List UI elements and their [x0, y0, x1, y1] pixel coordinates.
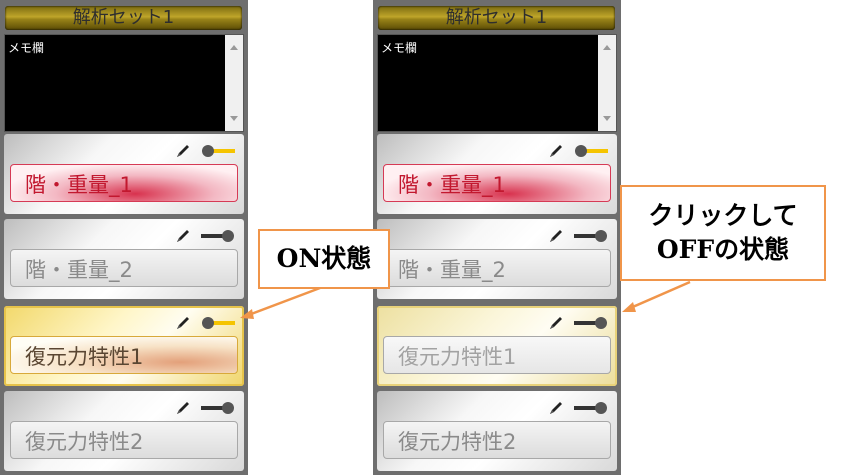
condition-label-box: 階・重量_1: [383, 164, 611, 202]
off-state-callout-line2: OFFの状態: [656, 235, 790, 264]
condition-label: 階・重量_2: [398, 258, 506, 282]
scroll-down-arrow-icon[interactable]: [230, 116, 238, 121]
scroll-down-arrow-icon[interactable]: [603, 116, 611, 121]
on-state-callout-text: ON状態: [276, 244, 372, 273]
condition-card[interactable]: 復元力特性1: [377, 306, 617, 386]
condition-card[interactable]: 復元力特性2: [377, 391, 617, 471]
condition-card[interactable]: 階・重量_1: [377, 134, 617, 214]
toggle-switch-icon[interactable]: [200, 316, 236, 330]
pencil-icon[interactable]: [174, 227, 192, 245]
pencil-icon[interactable]: [547, 227, 565, 245]
pencil-icon[interactable]: [547, 399, 565, 417]
off-state-callout-line1: クリックして: [648, 201, 798, 230]
pencil-icon[interactable]: [547, 314, 565, 332]
memo-scrollbar[interactable]: [225, 35, 243, 131]
condition-label-box: 復元力特性1: [10, 336, 238, 374]
pencil-icon[interactable]: [547, 142, 565, 160]
condition-label: 階・重量_1: [25, 173, 133, 197]
condition-card[interactable]: 階・重量_2: [4, 219, 244, 299]
pencil-icon[interactable]: [174, 399, 192, 417]
condition-label-box: 階・重量_2: [10, 249, 238, 287]
memo-field[interactable]: メモ欄: [4, 34, 244, 132]
condition-card[interactable]: 階・重量_2: [377, 219, 617, 299]
condition-label: 階・重量_2: [25, 258, 133, 282]
scroll-up-arrow-icon[interactable]: [230, 45, 238, 50]
condition-card[interactable]: 階・重量_1: [4, 134, 244, 214]
off-callout-arrow: [627, 280, 691, 311]
condition-label: 復元力特性1: [25, 345, 144, 369]
condition-card[interactable]: 復元力特性1: [4, 306, 244, 386]
on-state-callout: ON状態: [258, 229, 390, 289]
pencil-icon[interactable]: [174, 142, 192, 160]
condition-label-box: 階・重量_1: [10, 164, 238, 202]
condition-label: 復元力特性2: [398, 430, 517, 454]
panel-title: 解析セット1: [5, 6, 242, 30]
off-state-callout: クリックして OFFの状態: [620, 185, 826, 281]
toggle-switch-icon[interactable]: [200, 229, 236, 243]
pencil-icon[interactable]: [174, 314, 192, 332]
condition-card[interactable]: 復元力特性2: [4, 391, 244, 471]
memo-label: メモ欄: [381, 41, 418, 55]
memo-label: メモ欄: [8, 41, 45, 55]
condition-label: 復元力特性2: [25, 430, 144, 454]
toggle-switch-icon[interactable]: [573, 229, 609, 243]
toggle-switch-icon[interactable]: [200, 401, 236, 415]
memo-scrollbar[interactable]: [598, 35, 616, 131]
right-analysis-set-panel: 解析セット1 メモ欄 階・重量_1 階・重量_2 復元力特性1 復元力特性2: [373, 0, 621, 475]
condition-label: 復元力特性1: [398, 345, 517, 369]
condition-label: 階・重量_1: [398, 173, 506, 197]
toggle-switch-icon[interactable]: [573, 144, 609, 158]
memo-field[interactable]: メモ欄: [377, 34, 617, 132]
panel-title: 解析セット1: [378, 6, 615, 30]
condition-label-box: 階・重量_2: [383, 249, 611, 287]
toggle-switch-icon[interactable]: [573, 401, 609, 415]
toggle-switch-icon[interactable]: [573, 316, 609, 330]
condition-label-box: 復元力特性1: [383, 336, 611, 374]
condition-label-box: 復元力特性2: [10, 421, 238, 459]
condition-label-box: 復元力特性2: [383, 421, 611, 459]
left-analysis-set-panel: 解析セット1 メモ欄 階・重量_1 階・重量_2 復元力特性1 復元力特性2: [0, 0, 248, 475]
scroll-up-arrow-icon[interactable]: [603, 45, 611, 50]
toggle-switch-icon[interactable]: [200, 144, 236, 158]
on-callout-arrow: [245, 286, 321, 318]
off-callout-arrowhead: [622, 302, 636, 312]
